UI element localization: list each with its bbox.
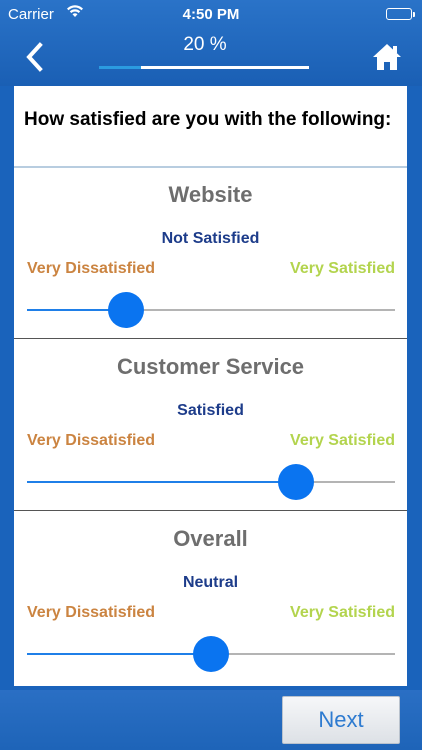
section-title: Website: [168, 182, 253, 207]
section-title: Customer Service: [116, 354, 305, 379]
chevron-left-icon: [26, 42, 43, 72]
next-button[interactable]: Next: [282, 696, 400, 744]
status-bar: Carrier 4:50 PM: [0, 0, 422, 28]
rating-slider[interactable]: [27, 636, 395, 672]
section-title: Overall: [173, 526, 248, 551]
survey-card: How satisfied are you with the following…: [14, 86, 407, 686]
rating-section-overall: Overall Neutral Very Dissatisfied Very S…: [14, 430, 407, 672]
min-label: Very Dissatisfied: [27, 604, 156, 621]
rating-value-label: Satisfied: [177, 402, 244, 419]
rating-section-website: Website Not Satisfied Very Dissatisfied …: [14, 86, 407, 328]
progress-bar: [99, 66, 309, 69]
home-icon: [373, 44, 401, 70]
battery-icon: [386, 8, 415, 20]
slider-thumb[interactable]: [193, 636, 229, 672]
progress-label: 20 %: [183, 34, 227, 55]
home-button[interactable]: [370, 40, 404, 74]
back-button[interactable]: [22, 40, 52, 74]
rating-value-label: Neutral: [182, 574, 239, 591]
status-time: 4:50 PM: [182, 6, 240, 23]
max-label: Very Satisfied: [290, 604, 395, 621]
top-bar: Carrier 4:50 PM 20 %: [0, 0, 422, 86]
bottom-bar: Next: [0, 690, 422, 750]
slider-track-fill: [27, 653, 211, 655]
rating-section-customer-service: Customer Service Satisfied Very Dissatis…: [14, 258, 407, 500]
rating-value-label: Not Satisfied: [161, 230, 260, 247]
progress-bar-fill: [99, 66, 141, 69]
